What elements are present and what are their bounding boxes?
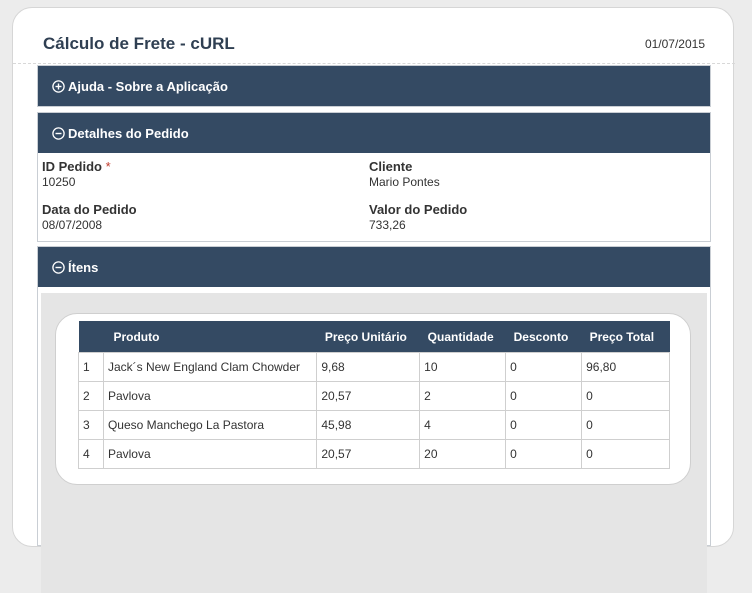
client-label: Cliente: [369, 159, 413, 174]
items-table: Produto Preço Unitário Quantidade Descon…: [78, 321, 670, 469]
unit-price-cell: 9,68: [316, 352, 421, 382]
items-table-card: Produto Preço Unitário Quantidade Descon…: [55, 313, 691, 485]
help-section: Ajuda - Sobre a Aplicação: [37, 65, 711, 107]
main-card: Cálculo de Frete - cURL 01/07/2015 Ajuda…: [12, 7, 735, 593]
quantity-cell: 10: [419, 352, 507, 382]
discount-cell: 0: [505, 381, 583, 411]
table-row: 3 Queso Manchego La Pastora 45,98 4 0 0: [78, 410, 670, 440]
column-header-total-price: Preço Total: [581, 321, 670, 353]
order-total-value: 733,26: [369, 218, 406, 232]
quantity-cell: 20: [419, 439, 507, 469]
table-row: 2 Pavlova 20,57 2 0 0: [78, 381, 670, 411]
order-id-field: ID Pedido * 10250: [42, 159, 111, 189]
minus-circle-icon: [52, 260, 65, 274]
help-section-label: Ajuda - Sobre a Aplicação: [68, 78, 228, 94]
order-date-label: Data do Pedido: [42, 202, 137, 217]
items-section-label: Ítens: [68, 259, 99, 275]
page-header: Cálculo de Frete - cURL 01/07/2015: [13, 8, 735, 64]
order-section: Detalhes do Pedido ID Pedido * 10250 Cli…: [37, 112, 711, 242]
quantity-cell: 4: [419, 410, 507, 440]
table-header-row: Produto Preço Unitário Quantidade Descon…: [78, 321, 670, 353]
plus-circle-icon: [52, 79, 65, 93]
column-header-quantity: Quantidade: [419, 321, 506, 353]
items-section: Ítens Produto Preço Unitário Quantidade …: [37, 246, 711, 593]
client-field: Cliente Mario Pontes: [369, 159, 440, 189]
order-section-label: Detalhes do Pedido: [68, 125, 189, 141]
items-section-header[interactable]: Ítens: [38, 247, 710, 287]
row-index: 2: [78, 381, 104, 411]
table-row: 1 Jack´s New England Clam Chowder 9,68 1…: [78, 352, 670, 382]
order-section-header[interactable]: Detalhes do Pedido: [38, 113, 710, 153]
order-id-label: ID Pedido: [42, 159, 102, 174]
total-price-cell: 0: [581, 410, 670, 440]
unit-price-cell: 20,57: [316, 439, 421, 469]
row-index: 4: [78, 439, 104, 469]
discount-cell: 0: [505, 410, 583, 440]
column-header-product: Produto: [103, 321, 317, 353]
page-date: 01/07/2015: [644, 37, 705, 51]
discount-cell: 0: [505, 439, 583, 469]
order-id-value: 10250: [42, 175, 76, 189]
row-index: 3: [78, 410, 104, 440]
row-index: 1: [78, 352, 104, 382]
total-price-cell: 96,80: [581, 352, 670, 382]
page-title: Cálculo de Frete - cURL: [43, 34, 235, 53]
minus-circle-icon: [52, 126, 65, 140]
product-cell: Queso Manchego La Pastora: [102, 410, 318, 440]
help-section-header[interactable]: Ajuda - Sobre a Aplicação: [38, 66, 710, 106]
order-total-field: Valor do Pedido 733,26: [369, 202, 467, 232]
column-header-discount: Desconto: [505, 321, 582, 353]
total-price-cell: 0: [581, 381, 670, 411]
client-value: Mario Pontes: [369, 175, 440, 189]
product-cell: Pavlova: [102, 381, 318, 411]
discount-cell: 0: [505, 352, 583, 382]
required-mark: *: [105, 159, 111, 174]
quantity-cell: 2: [419, 381, 507, 411]
order-fields: ID Pedido * 10250 Cliente Mario Pontes D…: [38, 153, 710, 239]
unit-price-cell: 45,98: [316, 410, 421, 440]
unit-price-cell: 20,57: [316, 381, 421, 411]
table-row: 4 Pavlova 20,57 20 0 0: [78, 439, 670, 469]
order-total-label: Valor do Pedido: [369, 202, 468, 217]
column-header-unit-price: Preço Unitário: [316, 321, 420, 353]
order-date-value: 08/07/2008: [42, 218, 103, 232]
order-date-field: Data do Pedido 08/07/2008: [42, 202, 137, 232]
items-body: Produto Preço Unitário Quantidade Descon…: [41, 293, 707, 593]
product-cell: Jack´s New England Clam Chowder: [102, 352, 318, 382]
total-price-cell: 0: [581, 439, 670, 469]
column-header-index: [78, 321, 104, 353]
product-cell: Pavlova: [102, 439, 318, 469]
